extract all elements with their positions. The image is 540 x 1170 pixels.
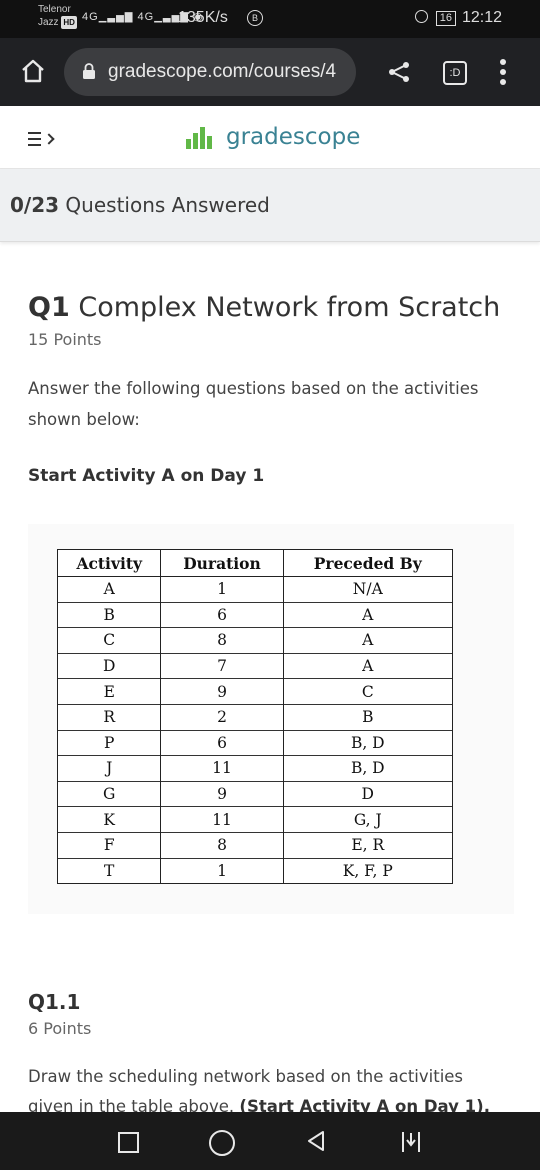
table-row: C8A [56, 627, 454, 654]
url-text: gradescope.com/courses/4 [108, 61, 337, 82]
activity-table-image: Activity Duration Preceded By A 1 N/A B 6 A C 8… [28, 524, 514, 914]
question-points: 15 Points [28, 330, 102, 349]
brand-name: gradescope [226, 124, 361, 150]
table-cell: 9 [160, 780, 284, 807]
table-cell: K, F, P [282, 857, 454, 885]
table-row: D7A [56, 652, 454, 679]
question-description: Answer the following questions based on … [28, 379, 479, 429]
table-cell: B [282, 703, 454, 731]
table-cell: 11 [160, 755, 284, 782]
table-cell: C [282, 678, 454, 705]
table-cell: 1 [160, 857, 284, 885]
table-cell: B, D [282, 755, 454, 782]
overflow-menu-icon[interactable] [498, 59, 508, 87]
table-row: A 1 N/A [56, 576, 454, 603]
network-speed: 135K/s [178, 9, 228, 26]
column-header: Activity [56, 549, 162, 577]
table-cell: A [282, 601, 454, 628]
table-cell: 11 [160, 806, 284, 833]
table-cell: D [282, 780, 454, 807]
table-cell: 9 [160, 678, 284, 705]
status-bar: Telenor Jazz HD 4G▁▃▅▇ 4G▁▃▅▇ ◉ 135K/s B… [0, 0, 540, 38]
recents-icon[interactable] [118, 1132, 139, 1153]
column-header: Duration [160, 549, 284, 577]
table-cell: 6 [160, 601, 284, 628]
table-row: J 11 B, D [56, 755, 454, 782]
battery-icon: 16 [435, 11, 456, 26]
progress-text: 0/23 Questions Answered [10, 193, 270, 217]
answered-count: 0/23 [10, 193, 60, 217]
table-row: B6A [56, 601, 454, 628]
table-cell: C [56, 627, 162, 654]
home-icon[interactable] [20, 58, 46, 84]
question-title: Q1 Complex Network from Scratch [28, 292, 500, 323]
back-icon[interactable] [304, 1129, 328, 1153]
table-cell: D [56, 652, 162, 679]
table-cell: R [56, 703, 162, 731]
hd-badge: HD [61, 16, 77, 29]
table-cell: F [56, 831, 162, 859]
table-cell: A [282, 652, 454, 679]
site-header: gradescope [0, 106, 540, 169]
gradescope-logo-icon [186, 127, 212, 149]
home-nav-icon[interactable] [209, 1130, 235, 1156]
table-row: R2B [56, 703, 454, 731]
system-nav-bar [0, 1112, 540, 1170]
table-cell: 6 [160, 729, 284, 756]
table-cell: A [56, 576, 162, 603]
table-row: P 6 B, D [56, 729, 454, 756]
clock: 12:12 [461, 9, 502, 26]
carrier-info: Telenor Jazz HD [38, 3, 77, 29]
subquestion-number: Q1.1 [28, 990, 81, 1014]
table-cell: B, D [282, 729, 454, 756]
activity-table: Activity Duration Preceded By A 1 N/A B 6 A C 8… [56, 549, 454, 885]
share-icon[interactable] [387, 60, 411, 84]
tabs-button[interactable]: :D [443, 61, 467, 85]
carrier-bottom: Jazz [38, 17, 59, 28]
table-cell: 1 [160, 576, 284, 603]
question-title-text: Complex Network from Scratch [78, 292, 501, 323]
column-header: Preceded By [282, 549, 454, 577]
alarm-icon [414, 10, 428, 23]
table-cell: K [56, 806, 162, 833]
table-cell: G, J [282, 806, 454, 833]
table-row: F 8 E, R [56, 831, 454, 859]
table-cell: B [56, 601, 162, 628]
table-cell: P [56, 729, 162, 756]
table-cell: G [56, 780, 162, 807]
address-bar[interactable]: gradescope.com/courses/4 [64, 48, 356, 96]
table-cell: N/A [282, 576, 454, 603]
table-cell: 8 [160, 831, 284, 859]
right-status: 16 12:12 [414, 9, 502, 27]
question-number: Q1 [28, 292, 70, 323]
carrier-top: Telenor [38, 4, 71, 15]
table-cell: J [56, 755, 162, 782]
browser-toolbar: gradescope.com/courses/4 :D [0, 38, 540, 106]
hide-keyboard-icon[interactable] [400, 1130, 422, 1154]
table-row: G9D [56, 780, 454, 807]
sidebar-toggle-icon[interactable] [28, 132, 60, 148]
table-cell: A [282, 627, 454, 654]
table-header-row: Activity Duration Preceded By [56, 549, 454, 577]
table-row: T 1 K, F, P [56, 857, 454, 885]
table-cell: E, R [282, 831, 454, 859]
progress-banner: 0/23 Questions Answered [0, 169, 540, 242]
subquestion-points: 6 Points [28, 1019, 92, 1038]
table-cell: 7 [160, 652, 284, 679]
table-row: E9C [56, 678, 454, 705]
table-cell: E [56, 678, 162, 705]
table-cell: 8 [160, 627, 284, 654]
lock-icon [83, 63, 95, 79]
table-cell: 2 [160, 703, 284, 731]
answered-label: Questions Answered [65, 193, 270, 217]
b-badge-icon: B [247, 10, 263, 26]
start-note: Start Activity A on Day 1 [28, 466, 265, 486]
table-row: K 11 G, J [56, 806, 454, 833]
table-cell: T [56, 857, 162, 885]
